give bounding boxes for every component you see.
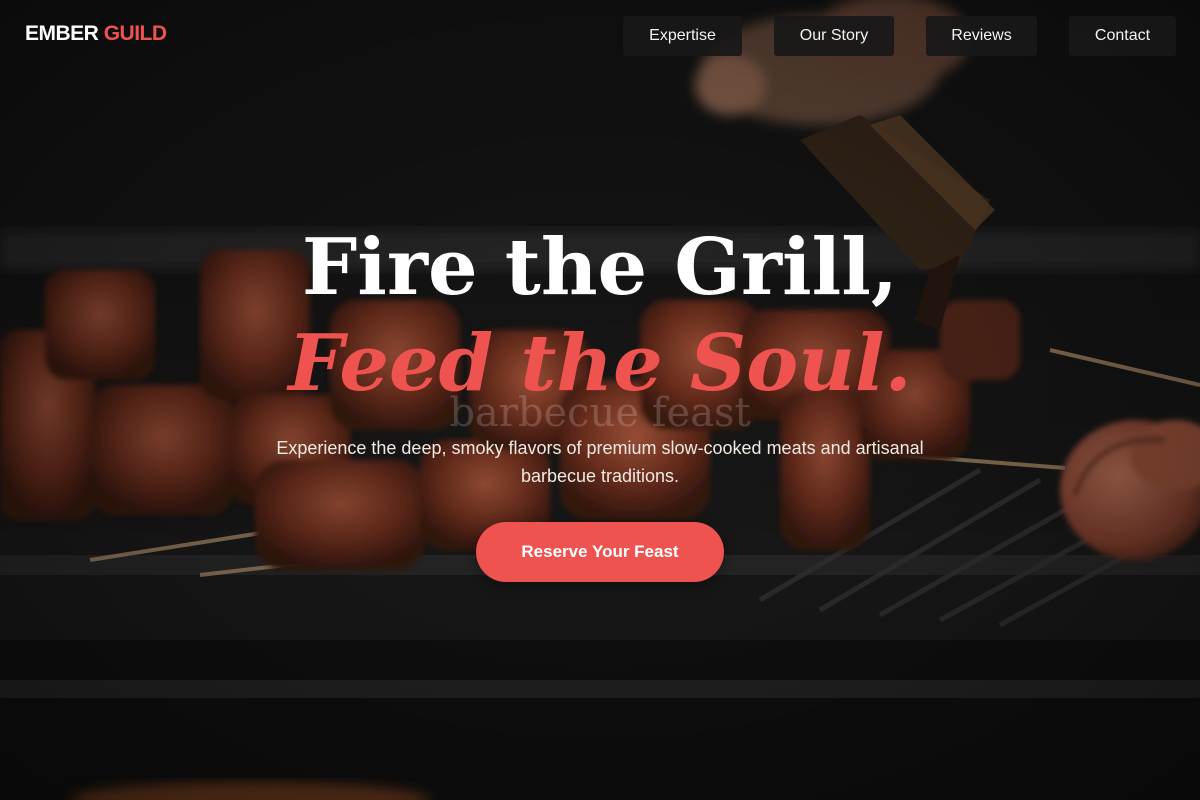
- brand-name-part2: GUILD: [103, 22, 167, 45]
- hero-subtitle: Experience the deep, smoky flavors of pr…: [276, 438, 924, 486]
- hero-headline: Fire the Grill, Feed the Soul.: [0, 220, 1200, 412]
- hero-title-line1: Fire the Grill,: [301, 222, 899, 313]
- reserve-feast-button[interactable]: Reserve Your Feast: [476, 522, 724, 582]
- brand-logo[interactable]: EMBER GUILD: [25, 22, 167, 46]
- top-navigation: EMBER GUILD Expertise Our Story Reviews …: [0, 0, 1200, 72]
- nav-item-expertise[interactable]: Expertise: [623, 16, 742, 56]
- hero-image-alt-text: barbecue feast: [449, 390, 751, 436]
- nav-item-contact[interactable]: Contact: [1069, 16, 1176, 56]
- brand-name-part1: EMBER: [25, 22, 99, 45]
- nav-item-reviews[interactable]: Reviews: [926, 16, 1037, 56]
- nav-item-our-story[interactable]: Our Story: [774, 16, 894, 56]
